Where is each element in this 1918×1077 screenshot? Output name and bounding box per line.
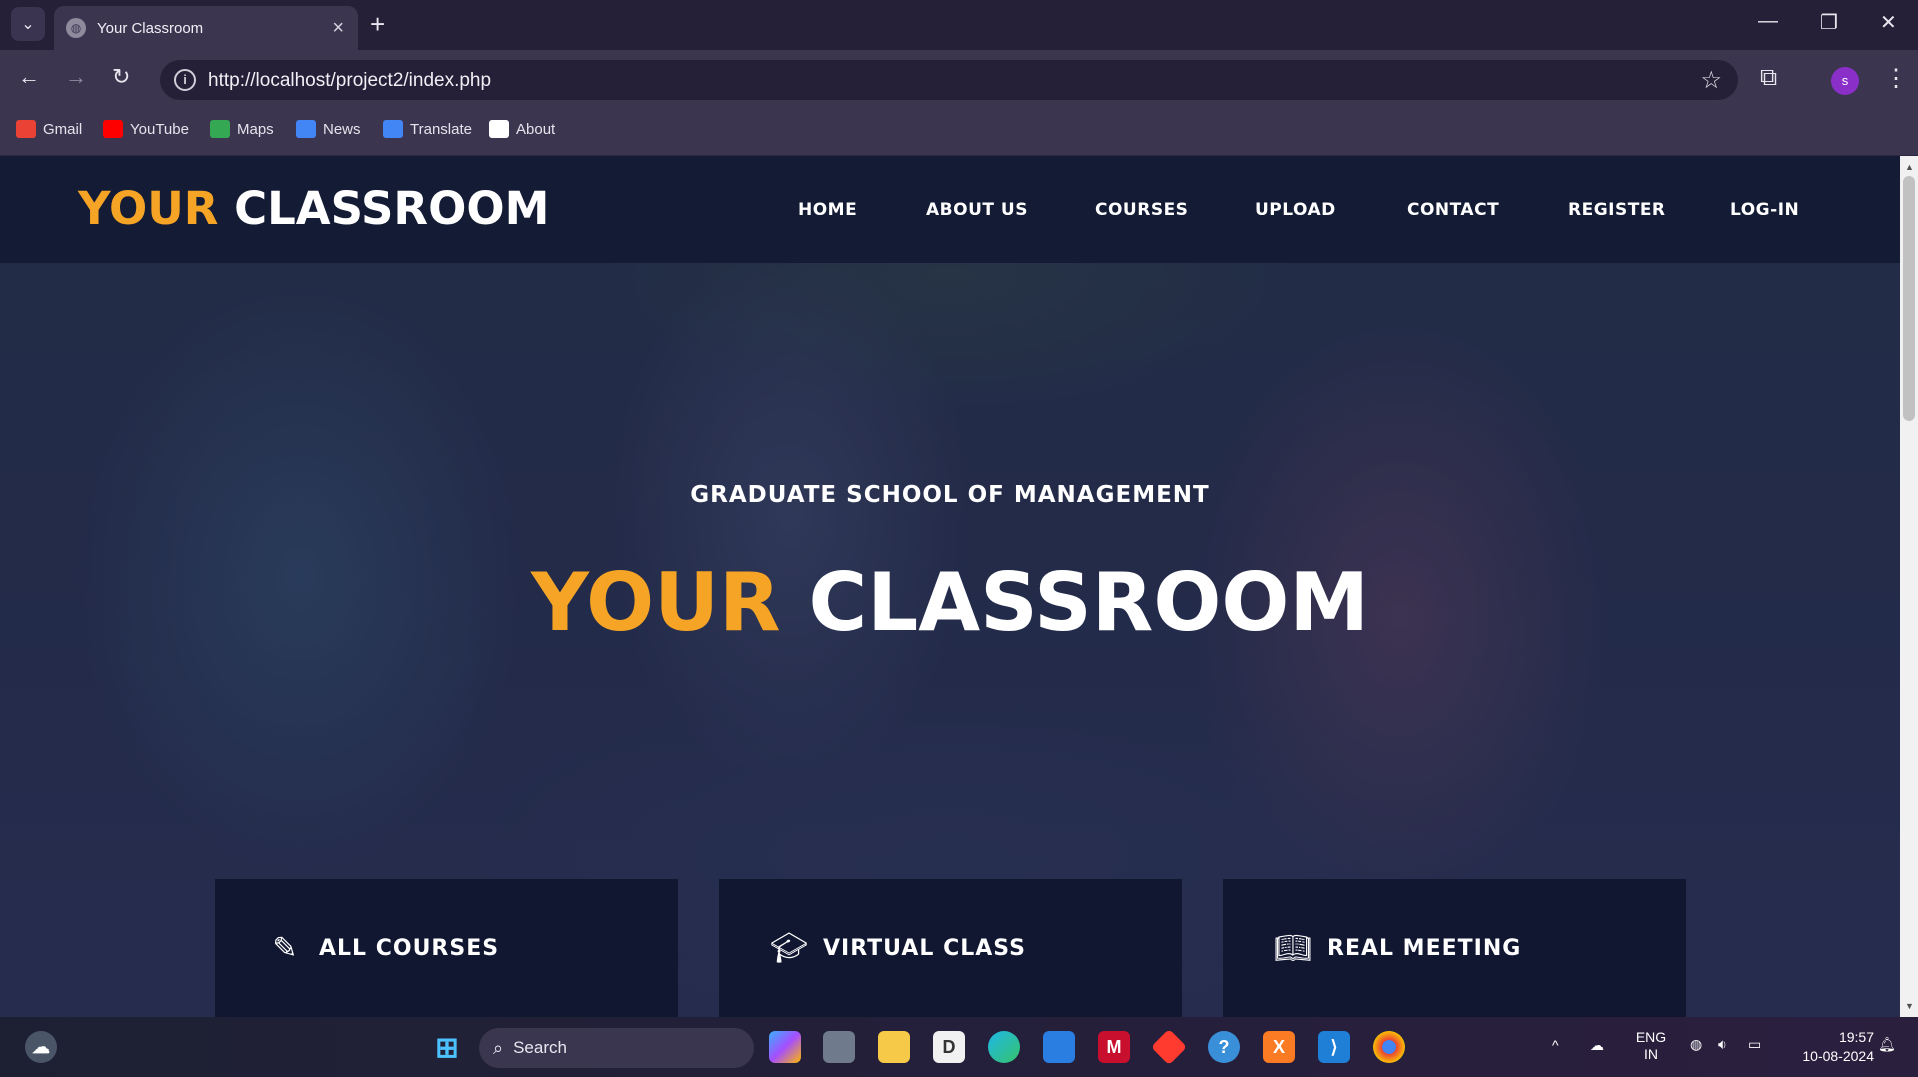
language-text: ENG — [1635, 1029, 1667, 1045]
network-icon[interactable]: ◍ — [1690, 1036, 1702, 1053]
page-scrollbar[interactable]: ▲ ▼ — [1900, 156, 1918, 1017]
browser-tab[interactable]: ◍ Your Classroom × — [54, 6, 358, 50]
globe-icon: ◍ — [66, 18, 86, 38]
back-icon[interactable]: ← — [18, 64, 40, 90]
about-icon — [489, 120, 509, 138]
logo-text: CLASSROOM — [234, 182, 550, 235]
nav-register[interactable]: REGISTER — [1568, 200, 1666, 220]
extensions-icon[interactable]: ⧉ — [1760, 64, 1777, 92]
feature-label: VIRTUAL CLASS — [823, 935, 1026, 961]
hero-subtitle: GRADUATE SCHOOL OF MANAGEMENT — [690, 482, 1210, 508]
clock-time: 19:57 — [1838, 1029, 1874, 1045]
language-indicator[interactable]: ENG IN — [1633, 1029, 1669, 1063]
news-icon — [296, 120, 316, 138]
microsoft-store-icon[interactable] — [1043, 1031, 1075, 1063]
file-explorer-icon[interactable] — [878, 1031, 910, 1063]
edge-icon[interactable] — [988, 1031, 1020, 1063]
site-info-icon[interactable]: i — [174, 69, 196, 91]
site-header: YOUR CLASSROOM HOME ABOUT US COURSES UPL… — [0, 156, 1900, 263]
bookmark-label: Gmail — [43, 120, 83, 138]
bookmark-label: YouTube — [130, 120, 189, 138]
taskbar-search-label: Search — [513, 1038, 567, 1057]
git-icon[interactable] — [1150, 1028, 1188, 1066]
feature-all-courses[interactable]: ✎ ALL COURSES — [215, 879, 678, 1017]
tab-title: Your Classroom — [97, 19, 204, 37]
nav-upload[interactable]: UPLOAD — [1255, 200, 1336, 220]
search-icon: ⌕ — [493, 1037, 504, 1058]
bookmark-maps[interactable]: Maps — [210, 120, 274, 138]
clock-date: 10-08-2024 — [1802, 1048, 1874, 1064]
scroll-down-arrow-icon[interactable]: ▼ — [1905, 1001, 1914, 1011]
nav-contact[interactable]: CONTACT — [1407, 200, 1499, 220]
taskbar-search[interactable]: ⌕ Search — [479, 1028, 754, 1068]
bookmark-star-icon[interactable]: ☆ — [1700, 66, 1722, 95]
scrollbar-thumb[interactable] — [1903, 176, 1915, 421]
logo-accent-text: YOUR — [78, 182, 219, 235]
bookmark-youtube[interactable]: YouTube — [103, 120, 189, 138]
maps-icon — [210, 120, 230, 138]
nav-log-in[interactable]: LOG-IN — [1730, 200, 1799, 220]
book-icon: 📖︎ — [1273, 931, 1313, 965]
browser-toolbar: ← → ↻ i http://localhost/project2/index.… — [0, 50, 1918, 105]
bookmark-about[interactable]: About — [489, 120, 555, 138]
hero-title-main: CLASSROOM — [808, 556, 1369, 649]
onedrive-icon[interactable]: ☁ — [1590, 1037, 1604, 1054]
chrome-icon[interactable] — [1373, 1031, 1405, 1063]
copilot-icon[interactable] — [769, 1031, 801, 1063]
region-text: IN — [1644, 1046, 1658, 1062]
restore-icon[interactable]: ❐ — [1820, 10, 1838, 35]
reload-icon[interactable]: ↻ — [112, 64, 130, 90]
forward-icon[interactable]: → — [65, 64, 87, 90]
nav-home[interactable]: HOME — [798, 200, 857, 220]
windows-taskbar: ☁ ⊞ ⌕ Search D M ? X ⟩ ^ ☁ ENG IN ◍ 🔉︎ ▭… — [0, 1017, 1918, 1077]
site-logo[interactable]: YOUR CLASSROOM — [78, 182, 549, 235]
feature-label: REAL MEETING — [1327, 935, 1522, 961]
xampp-icon[interactable]: X — [1263, 1031, 1295, 1063]
tab-search-button[interactable]: ⌄ — [11, 7, 45, 41]
scroll-up-arrow-icon[interactable]: ▲ — [1905, 162, 1914, 172]
new-tab-button[interactable]: + — [370, 9, 385, 40]
bookmark-label: Translate — [410, 120, 472, 138]
feature-label: ALL COURSES — [319, 935, 500, 961]
nav-about-us[interactable]: ABOUT US — [926, 200, 1028, 220]
feature-virtual-class[interactable]: 🎓︎ VIRTUAL CLASS — [719, 879, 1182, 1017]
gmail-icon — [16, 120, 36, 138]
minimize-icon[interactable]: — — [1758, 10, 1778, 33]
bookmark-label: About — [516, 120, 556, 138]
browser-tab-strip: ⌄ ◍ Your Classroom × + — ❐ ✕ — [0, 0, 1918, 50]
tab-close-icon[interactable]: × — [332, 17, 344, 40]
bookmark-news[interactable]: News — [296, 120, 361, 138]
bookmarks-bar: Gmail YouTube Maps News Translate About — [0, 105, 1918, 156]
bookmark-translate[interactable]: Translate — [383, 120, 472, 138]
hero-title: YOUR CLASSROOM — [0, 556, 1900, 649]
windows-start-icon[interactable]: ⊞ — [431, 1031, 463, 1063]
close-window-icon[interactable]: ✕ — [1880, 10, 1897, 35]
address-bar[interactable]: i http://localhost/project2/index.php ☆ — [160, 60, 1738, 100]
nav-courses[interactable]: COURSES — [1095, 200, 1188, 220]
app-icon[interactable]: D — [933, 1031, 965, 1063]
vscode-icon[interactable]: ⟩ — [1318, 1031, 1350, 1063]
pencil-icon: ✎ — [272, 931, 298, 965]
translate-icon — [383, 120, 403, 138]
graduation-cap-icon: 🎓︎ — [769, 931, 809, 965]
show-hidden-icons-icon[interactable]: ^ — [1552, 1037, 1559, 1053]
bookmark-gmail[interactable]: Gmail — [16, 120, 82, 138]
help-icon[interactable]: ? — [1208, 1031, 1240, 1063]
battery-icon[interactable]: ▭ — [1748, 1036, 1761, 1053]
task-view-icon[interactable] — [823, 1031, 855, 1063]
youtube-icon — [103, 120, 123, 138]
url-text[interactable]: http://localhost/project2/index.php — [208, 70, 491, 92]
weather-icon[interactable]: ☁ — [25, 1031, 57, 1063]
notification-bell-icon[interactable]: 🔔︎ — [1878, 1036, 1896, 1053]
clock[interactable]: 19:57 10-08-2024 — [1784, 1028, 1874, 1066]
hero-title-accent: YOUR — [531, 556, 781, 649]
profile-avatar[interactable]: s — [1831, 67, 1859, 95]
bookmark-label: Maps — [237, 120, 274, 138]
mcafee-icon[interactable]: M — [1098, 1031, 1130, 1063]
volume-icon[interactable]: 🔉︎ — [1718, 1036, 1727, 1053]
feature-real-meeting[interactable]: 📖︎ REAL MEETING — [1223, 879, 1686, 1017]
page-viewport: YOUR CLASSROOM HOME ABOUT US COURSES UPL… — [0, 156, 1900, 1017]
browser-menu-icon[interactable]: ⋮ — [1884, 64, 1908, 93]
bookmark-label: News — [323, 120, 361, 138]
